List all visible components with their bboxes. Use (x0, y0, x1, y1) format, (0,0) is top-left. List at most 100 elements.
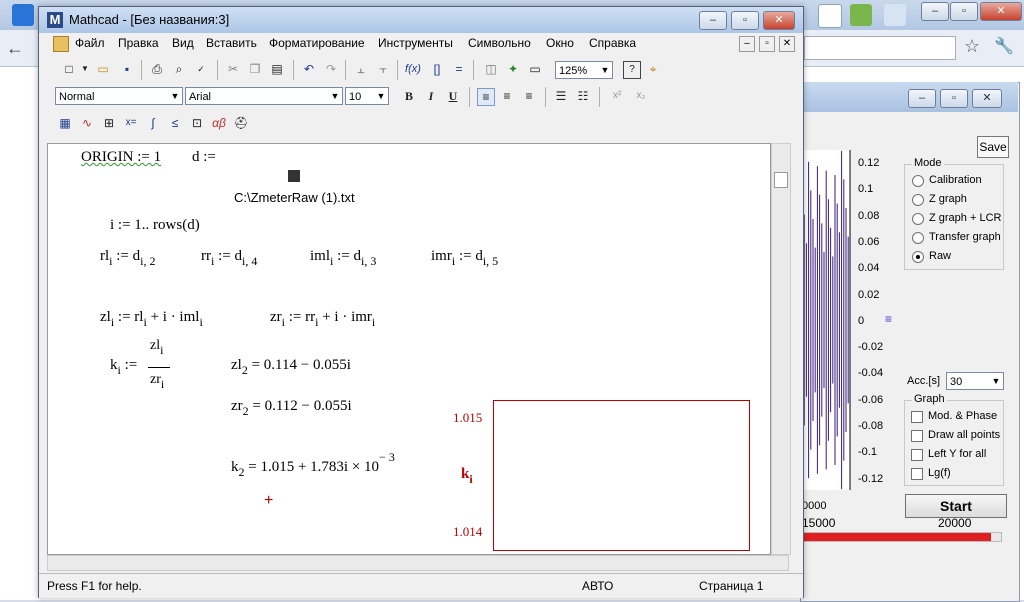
google-tab-icon[interactable] (818, 4, 842, 28)
iml-definition[interactable]: imli := di, 3 (310, 248, 376, 269)
wrench-icon[interactable]: 🔧 (994, 36, 1014, 56)
align-across-icon[interactable]: ⫠ (353, 61, 369, 77)
copy-icon[interactable]: ❐ (247, 61, 263, 77)
minimize-icon[interactable]: – (699, 11, 727, 30)
open-folder-icon[interactable]: ▭ (95, 61, 111, 77)
graph-option-checkbox[interactable] (911, 449, 923, 461)
menu-view[interactable]: Вид (172, 36, 194, 50)
worksheet[interactable]: ORIGIN := 1 d := C:\ZmeterRaw (1).txt i … (47, 143, 771, 555)
menu-tools[interactable]: Инструменты (378, 36, 453, 50)
undo-icon[interactable]: ↶ (301, 61, 317, 77)
star-icon[interactable]: ☆ (964, 36, 980, 57)
rl-definition[interactable]: rli := di, 2 (100, 248, 156, 269)
menu-insert[interactable]: Вставить (206, 36, 257, 50)
region-icon[interactable]: ▭ (527, 61, 543, 77)
calculate-icon[interactable]: = (451, 61, 467, 77)
new-document-icon[interactable]: □ (61, 61, 77, 77)
matrix-icon[interactable]: ⊞ (101, 115, 117, 131)
back-arrow-icon[interactable]: ← (6, 38, 24, 59)
symbolic-icon[interactable]: ⛑ (233, 115, 249, 131)
range-definition[interactable]: i := 1.. rows(d) (110, 217, 200, 234)
doc-minimize-icon[interactable]: – (739, 36, 755, 52)
mode-radio[interactable] (912, 194, 924, 206)
resource-center-icon[interactable]: ✦ (505, 61, 521, 77)
help-icon[interactable]: ? (623, 61, 641, 79)
close-icon[interactable]: ✕ (763, 11, 795, 30)
plot-ymin-label[interactable]: 1.014 (453, 524, 482, 540)
vertical-scrollbar[interactable] (771, 143, 791, 555)
menu-file[interactable]: Файл (75, 36, 105, 50)
plot-y-axis-label[interactable]: ki (461, 466, 473, 487)
mode-radio[interactable] (912, 213, 924, 225)
align-down-icon[interactable]: ⫟ (375, 61, 391, 77)
rr-definition[interactable]: rri := di, 4 (201, 248, 257, 269)
spellcheck-icon[interactable]: ✓ (193, 61, 209, 77)
underline-button[interactable]: U (445, 88, 461, 104)
align-left-icon[interactable]: ≡ (477, 88, 495, 106)
zr-definition[interactable]: zri := rri + i · imri (270, 309, 375, 330)
zmeter-close-icon[interactable]: ✕ (972, 89, 1002, 108)
legend-icon[interactable]: ≡ (885, 312, 892, 326)
zl-definition[interactable]: zli := rli + i · imli (100, 309, 203, 330)
menu-help[interactable]: Справка (589, 36, 636, 50)
d-assign[interactable]: d := (192, 149, 216, 166)
align-center-icon[interactable]: ≡ (499, 88, 515, 104)
help-tab-icon[interactable] (850, 4, 872, 26)
insert-function-icon[interactable]: f(x) (405, 61, 421, 77)
chrome-icon[interactable] (12, 4, 34, 26)
zl2-result[interactable]: zl2 = 0.114 − 0.055i (231, 357, 351, 378)
browser-minimize-icon[interactable]: – (921, 2, 949, 21)
component-icon[interactable]: ◫ (483, 61, 499, 77)
new-dropdown-icon[interactable]: ▼ (77, 61, 93, 77)
calculus-icon[interactable]: ∫ (145, 115, 161, 131)
italic-button[interactable]: I (423, 88, 439, 104)
document-icon[interactable] (53, 36, 69, 52)
browser-close-icon[interactable]: ✕ (980, 2, 1022, 21)
font-size-select[interactable]: 10 ▼ (345, 87, 389, 105)
graph-toolbar-icon[interactable]: ∿ (79, 115, 95, 131)
greek-icon[interactable]: αβ (211, 115, 227, 131)
new-tab-icon[interactable] (884, 4, 906, 26)
browser-maximize-icon[interactable]: ▫ (950, 2, 978, 21)
graph-option-checkbox[interactable] (911, 468, 923, 480)
plot-ymax-label[interactable]: 1.015 (453, 410, 482, 426)
graph-option-checkbox[interactable] (911, 430, 923, 442)
boolean-icon[interactable]: ≤ (167, 115, 183, 131)
k-definition[interactable]: ki := (110, 357, 137, 378)
doc-restore-icon[interactable]: ▫ (759, 36, 775, 52)
redo-icon[interactable]: ↷ (323, 61, 339, 77)
menu-format[interactable]: Форматирование (269, 36, 365, 50)
k-plot-area[interactable] (493, 400, 750, 551)
font-select[interactable]: Arial ▼ (185, 87, 343, 105)
evaluation-icon[interactable]: x= (123, 115, 139, 131)
mode-radio[interactable] (912, 175, 924, 187)
menu-window[interactable]: Окно (546, 36, 574, 50)
calculator-icon[interactable]: ▦ (57, 115, 73, 131)
acc-select[interactable]: 30 ▼ (946, 372, 1004, 390)
vertical-scroll-thumb[interactable] (774, 172, 788, 188)
cut-icon[interactable]: ✂ (225, 61, 241, 77)
paste-icon[interactable]: ▤ (269, 61, 285, 77)
print-preview-icon[interactable]: ⌕ (171, 61, 187, 77)
k2-result[interactable]: k2 = 1.015 + 1.783i × 10− 3 (231, 450, 395, 480)
align-right-icon[interactable]: ≡ (521, 88, 537, 104)
graph-option-checkbox[interactable] (911, 411, 923, 423)
maximize-icon[interactable]: ▫ (731, 11, 759, 30)
file-input-icon[interactable] (288, 170, 300, 182)
doc-close-icon[interactable]: ✕ (779, 36, 795, 52)
save-icon[interactable]: ▪ (119, 61, 135, 77)
horizontal-scrollbar[interactable] (47, 555, 789, 571)
zoom-select[interactable]: 125% ▼ (555, 61, 613, 79)
superscript-icon[interactable]: x² (609, 88, 625, 104)
whats-this-icon[interactable]: ⌖ (645, 61, 661, 77)
zr2-result[interactable]: zr2 = 0.112 − 0.055i (231, 398, 352, 419)
insert-unit-icon[interactable]: [] (429, 61, 445, 77)
start-button[interactable]: Start (905, 494, 1007, 518)
numbering-icon[interactable]: ☷ (575, 88, 591, 104)
origin-definition[interactable]: ORIGIN := 1 (81, 149, 161, 166)
mode-radio[interactable] (912, 251, 924, 263)
zmeter-maximize-icon[interactable]: ▫ (940, 89, 968, 108)
bold-button[interactable]: B (401, 88, 417, 104)
menu-symbolic[interactable]: Символьно (468, 36, 531, 50)
style-select[interactable]: Normal ▼ (55, 87, 183, 105)
